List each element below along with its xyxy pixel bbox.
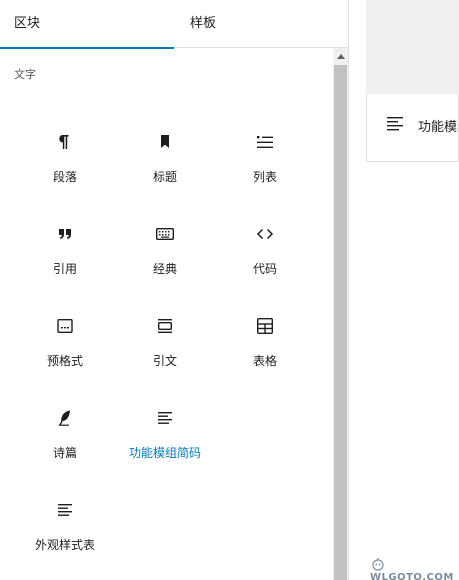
category-title: 文字 — [14, 68, 36, 81]
inserter-tabs: 区块 样板 — [0, 0, 349, 49]
preformatted-icon — [15, 314, 115, 338]
block-inserter-panel: 区块 样板 文字 段落 标题 列表 引用 经典 代码 预格式 引文 表格 诗篇 … — [0, 0, 349, 580]
block-stylesheet[interactable]: 外观样式表 — [15, 478, 115, 564]
keyboard-icon — [115, 222, 215, 246]
block-verse[interactable]: 诗篇 — [15, 386, 115, 472]
scroll-up-arrow-icon[interactable] — [333, 48, 348, 65]
block-table[interactable]: 表格 — [215, 294, 315, 380]
block-label: 功能模组简码 — [128, 446, 201, 460]
stylesheet-lines-icon — [15, 498, 115, 522]
scroll-thumb[interactable] — [334, 65, 347, 580]
watermark-text: WLGOTO.COM — [370, 572, 454, 580]
pullquote-icon — [115, 314, 215, 338]
code-icon — [215, 222, 315, 246]
block-preformatted[interactable]: 预格式 — [15, 294, 115, 380]
block-classic[interactable]: 经典 — [115, 202, 215, 288]
bookmark-icon — [115, 130, 215, 154]
robot-logo-icon — [370, 556, 386, 572]
shortcode-lines-icon — [385, 114, 405, 134]
shortcode-lines-icon — [115, 406, 215, 430]
block-label: 外观样式表 — [34, 538, 95, 552]
block-label: 列表 — [252, 170, 277, 184]
block-code[interactable]: 代码 — [215, 202, 315, 288]
canvas-block-label: 功能模组 — [418, 120, 458, 135]
canvas-shortcode-block[interactable]: 功能模组 — [366, 94, 459, 162]
paragraph-icon — [15, 130, 115, 154]
block-heading[interactable]: 标题 — [115, 110, 215, 196]
scrollbar[interactable] — [333, 48, 348, 580]
block-list[interactable]: 列表 — [215, 110, 315, 196]
quote-icon — [15, 222, 115, 246]
block-paragraph[interactable]: 段落 — [15, 110, 115, 196]
block-label: 代码 — [252, 262, 277, 276]
block-shortcode[interactable]: 功能模组简码 — [115, 386, 215, 472]
block-label: 表格 — [252, 354, 277, 368]
tab-patterns[interactable]: 样板 — [174, 0, 348, 48]
editor-canvas-area — [366, 0, 459, 94]
list-icon — [215, 130, 315, 154]
block-pullquote[interactable]: 引文 — [115, 294, 215, 380]
table-icon — [215, 314, 315, 338]
block-quote[interactable]: 引用 — [15, 202, 115, 288]
verse-feather-icon — [15, 406, 115, 430]
watermark: WLGOTO.COM — [370, 556, 459, 580]
block-list: 文字 段落 标题 列表 引用 经典 代码 预格式 引文 表格 诗篇 功能模组简码… — [0, 48, 333, 580]
tab-blocks[interactable]: 区块 — [0, 0, 174, 49]
